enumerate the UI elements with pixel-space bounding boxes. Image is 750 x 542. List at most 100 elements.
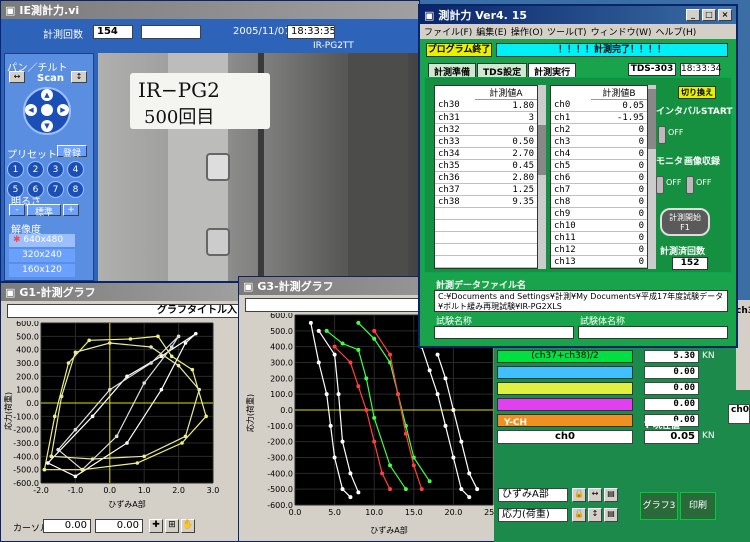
graph3-button[interactable]: グラフ3 bbox=[640, 492, 678, 520]
table-row[interactable]: ch2 0 bbox=[551, 123, 647, 136]
res-320-button[interactable]: 320x240 bbox=[9, 249, 75, 262]
zoom-icon[interactable]: ⊞ bbox=[165, 519, 179, 533]
interval-label: インタバルSTART bbox=[656, 107, 733, 117]
table-row[interactable] bbox=[435, 243, 537, 256]
preset-button-7[interactable]: 7 bbox=[47, 181, 64, 198]
y-axis-select[interactable]: 応力(荷重) bbox=[498, 508, 568, 522]
table-row[interactable]: ch4 0 bbox=[551, 147, 647, 160]
preset-button-1[interactable]: 1 bbox=[7, 161, 24, 178]
pan-right-button[interactable]: ▶ bbox=[57, 104, 69, 116]
menu-item[interactable]: ファイル(F) bbox=[424, 25, 472, 38]
res-160-button[interactable]: 160x120 bbox=[9, 264, 75, 277]
table-a-scrollbar[interactable] bbox=[538, 85, 546, 269]
count-label: 計測回数 bbox=[43, 30, 83, 41]
main-titlebar[interactable]: ▣ 測計力 Ver4. 15 _ □ × bbox=[420, 6, 736, 24]
interval-toggle[interactable] bbox=[658, 126, 666, 144]
preset-button-4[interactable]: 4 bbox=[67, 161, 84, 178]
table-row[interactable]: ch140 bbox=[551, 267, 647, 268]
tilt-down-button[interactable]: ▼ bbox=[41, 120, 53, 132]
menu-item[interactable]: 操作(O) bbox=[511, 25, 543, 38]
table-row[interactable]: ch6 0 bbox=[551, 171, 647, 184]
table-row[interactable]: ch9 0 bbox=[551, 207, 647, 220]
pan-left-button[interactable]: ◀ bbox=[25, 104, 37, 116]
table-row[interactable]: ch32 0 bbox=[435, 123, 537, 136]
table-row[interactable]: ch3 0 bbox=[551, 135, 647, 148]
res-640-button[interactable]: ✱ 640x480 bbox=[9, 234, 75, 247]
lock-icon[interactable]: 🔒 bbox=[572, 488, 586, 502]
table-row[interactable]: ch5 0 bbox=[551, 159, 647, 172]
test-name-input[interactable] bbox=[434, 326, 574, 339]
table-row[interactable] bbox=[435, 219, 537, 232]
x-axis-select[interactable]: ひずみA部 bbox=[498, 488, 568, 502]
ych-select[interactable]: ch0 bbox=[497, 430, 633, 444]
register-button[interactable]: 登録 bbox=[57, 145, 87, 159]
preset-button-2[interactable]: 2 bbox=[27, 161, 44, 178]
preset-button-8[interactable]: 8 bbox=[67, 181, 84, 198]
print-button[interactable]: 印刷 bbox=[680, 492, 716, 520]
graph-title-field[interactable]: グラフタイトル入 bbox=[7, 304, 241, 318]
specimen-input[interactable] bbox=[578, 326, 728, 339]
table-row[interactable]: ch35 0.45 bbox=[435, 159, 537, 172]
table-b-scrollbar[interactable] bbox=[648, 85, 656, 269]
g3-ytick: 200.0 bbox=[270, 374, 293, 383]
table-row[interactable]: ch0 0.05 bbox=[551, 99, 647, 112]
format-icon[interactable]: ▤ bbox=[604, 508, 618, 522]
scale-icon[interactable]: ↔ bbox=[588, 488, 602, 502]
pan-icon[interactable]: ✋ bbox=[181, 519, 195, 533]
g3-point bbox=[340, 439, 345, 444]
program-end-button[interactable]: プログラム終了 bbox=[426, 43, 492, 57]
switch-button[interactable]: 切り換え bbox=[678, 86, 716, 99]
menu-item[interactable]: ウィンドウ(W) bbox=[591, 25, 652, 38]
table-row[interactable]: ch13 0 bbox=[551, 255, 647, 268]
table-row[interactable] bbox=[435, 231, 537, 244]
table-row[interactable]: ch36 2.80 bbox=[435, 171, 537, 184]
home-button[interactable] bbox=[41, 104, 53, 116]
table-row[interactable]: ch34 2.70 bbox=[435, 147, 537, 160]
scale-icon[interactable]: ↕ bbox=[588, 508, 602, 522]
brightness-minus-button[interactable]: - bbox=[9, 204, 25, 216]
table-row[interactable] bbox=[435, 255, 537, 268]
table-row[interactable]: ch7 0 bbox=[551, 183, 647, 196]
file-path-field[interactable]: C:¥Documents and Settings¥計測¥My Document… bbox=[434, 290, 728, 312]
tilt-up-button[interactable]: ▲ bbox=[41, 89, 53, 101]
table-row[interactable]: ch1 -1.95 bbox=[551, 111, 647, 124]
table-row[interactable] bbox=[435, 267, 537, 268]
crosshair-icon[interactable]: ✚ bbox=[149, 519, 163, 533]
row-value bbox=[475, 219, 537, 232]
row-channel bbox=[435, 219, 475, 232]
table-row[interactable]: ch10 0 bbox=[551, 219, 647, 232]
monitor-toggle[interactable] bbox=[656, 176, 664, 194]
g3-point bbox=[459, 487, 464, 492]
table-row[interactable]: ch37 1.25 bbox=[435, 183, 537, 196]
format-icon[interactable]: ▤ bbox=[604, 488, 618, 502]
minimize-button[interactable]: _ bbox=[686, 9, 700, 21]
maximize-button[interactable]: □ bbox=[702, 9, 716, 21]
table-row[interactable]: ch38 9.35 bbox=[435, 195, 537, 208]
brightness-standard-button[interactable]: 標準 bbox=[27, 204, 61, 218]
cursor-x-field[interactable]: 0.00 bbox=[43, 519, 91, 533]
menu-item[interactable]: ツール(T) bbox=[547, 25, 587, 38]
brightness-plus-button[interactable]: + bbox=[63, 204, 79, 216]
pan-left-fast-button[interactable]: ↔ bbox=[9, 71, 25, 83]
g1-point bbox=[135, 461, 140, 465]
table-row[interactable]: ch11 0 bbox=[551, 231, 647, 244]
g1-xtick: 1.0 bbox=[138, 486, 151, 495]
cursor-y-field[interactable]: 0.00 bbox=[95, 519, 143, 533]
menu-item[interactable]: 編集(E) bbox=[476, 25, 507, 38]
table-row[interactable]: ch8 0 bbox=[551, 195, 647, 208]
g1-point bbox=[159, 387, 164, 392]
g1-titlebar[interactable]: ▣ G1-計測グラフ bbox=[1, 283, 244, 301]
camera-titlebar[interactable]: ▣ IE測計力.vi bbox=[1, 1, 419, 19]
table-row[interactable]: ch33 0.50 bbox=[435, 135, 537, 148]
preset-button-3[interactable]: 3 bbox=[47, 161, 64, 178]
table-row[interactable]: ch31 3 bbox=[435, 111, 537, 124]
table-row[interactable] bbox=[435, 207, 537, 220]
pan-right-fast-button[interactable]: ↕ bbox=[71, 71, 87, 83]
table-row[interactable]: ch30 1.80 bbox=[435, 99, 537, 112]
table-row[interactable]: ch12 0 bbox=[551, 243, 647, 256]
menu-item[interactable]: ヘルプ(H) bbox=[655, 25, 696, 38]
measure-start-button[interactable]: 計測開始 F1 bbox=[660, 208, 710, 236]
image-toggle[interactable] bbox=[686, 176, 694, 194]
lock-icon[interactable]: 🔒 bbox=[572, 508, 586, 522]
close-button[interactable]: × bbox=[718, 9, 732, 21]
